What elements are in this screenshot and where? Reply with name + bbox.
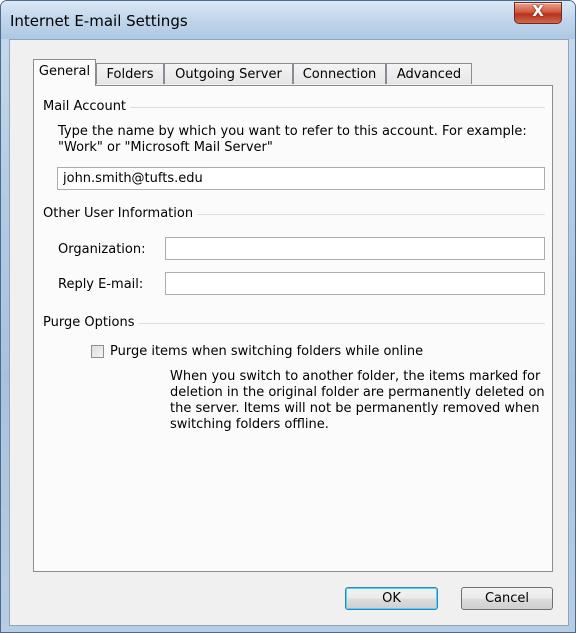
ok-button[interactable]: OK	[345, 587, 438, 610]
cancel-button[interactable]: Cancel	[461, 587, 553, 610]
purge-items-checkbox-label[interactable]: Purge items when switching folders while…	[110, 344, 423, 360]
title-bar[interactable]: Internet E-mail Settings X	[1, 1, 575, 39]
close-button[interactable]: X	[514, 2, 562, 24]
tab-advanced[interactable]: Advanced	[386, 63, 472, 84]
other-user-info-group-label: Other User Information	[43, 206, 198, 221]
tab-connection[interactable]: Connection	[293, 63, 386, 84]
purge-options-group-label: Purge Options	[43, 315, 139, 330]
tab-general[interactable]: General	[33, 59, 96, 86]
mail-account-description: Type the name by which you want to refer…	[58, 124, 527, 155]
account-name-field[interactable]	[57, 167, 545, 190]
organization-label: Organization:	[58, 242, 146, 257]
tab-folders[interactable]: Folders	[96, 63, 164, 84]
dialog-client-area: General Folders Outgoing Server Connecti…	[9, 39, 569, 626]
tab-outgoing-server[interactable]: Outgoing Server	[164, 63, 293, 84]
general-tab-panel: Mail Account Type the name by which you …	[33, 85, 553, 572]
close-icon: X	[532, 2, 544, 20]
purge-options-description: When you switch to another folder, the i…	[170, 369, 545, 432]
dialog-title: Internet E-mail Settings	[10, 12, 188, 30]
purge-items-checkbox[interactable]	[91, 345, 104, 358]
organization-field[interactable]	[165, 237, 545, 260]
mail-account-group-label: Mail Account	[43, 99, 131, 114]
reply-email-field[interactable]	[165, 272, 545, 295]
settings-dialog: Internet E-mail Settings X General Folde…	[0, 0, 576, 633]
reply-email-label: Reply E-mail:	[58, 277, 144, 292]
